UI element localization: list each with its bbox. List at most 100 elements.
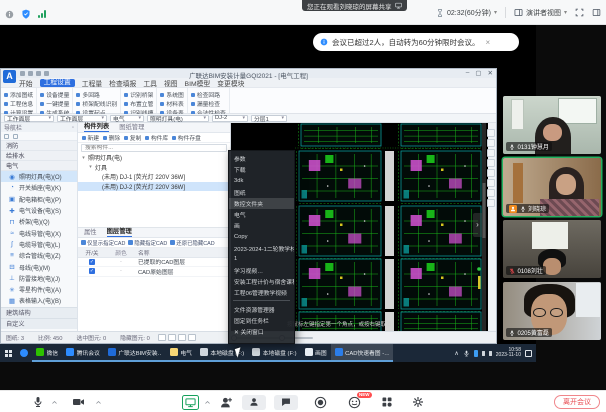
nav-section[interactable]: 自定义 <box>1 318 77 329</box>
component-tree-item[interactable]: ▾灯具 <box>78 163 230 173</box>
nav-item[interactable]: ◔开关插座(电)(K) <box>1 182 77 193</box>
jumplist-item[interactable]: 3dk <box>229 175 294 186</box>
fullscreen-icon[interactable] <box>575 8 584 17</box>
meeting-timer[interactable]: 02:32(60分钟) ▾ <box>436 8 497 18</box>
taskbar-app[interactable]: 腾讯会议 <box>62 344 104 362</box>
component-tool-button[interactable]: 构件库 <box>145 133 168 142</box>
maximize-icon[interactable]: ▢ <box>475 69 481 77</box>
participant-video[interactable]: 0205黄富磊 <box>503 282 601 340</box>
taskbar-clock[interactable]: 10:58 2023-11-10 <box>496 348 521 359</box>
checkbox-checked-icon[interactable]: ✓ <box>89 268 95 274</box>
record-button[interactable] <box>314 391 327 412</box>
ribbon-button[interactable]: 桥架配线识别 <box>76 99 117 108</box>
layer-filter-button[interactable]: 隐藏指定CAD <box>128 239 167 247</box>
jumplist-item[interactable]: 学习视频… <box>229 265 294 276</box>
jumplist-item[interactable]: 下载 <box>229 164 294 175</box>
component-search-input[interactable] <box>81 144 227 152</box>
participant-video[interactable]: 刘晓琼 <box>503 158 601 216</box>
network-signal-icon[interactable] <box>38 10 46 18</box>
taskbar-app[interactable]: 本地磁盘 (F:) <box>248 344 300 362</box>
cad-tab[interactable]: 工程量 <box>82 78 102 88</box>
cad-tab[interactable]: 变更模块 <box>217 78 244 88</box>
nav-item[interactable]: ⊟母线(电)(M) <box>1 261 77 272</box>
jumplist-action[interactable]: 文件资源管理器 <box>229 303 294 314</box>
layer-row[interactable]: ✓·CAD原始图层 <box>78 267 230 277</box>
participants-button[interactable] <box>242 391 266 412</box>
browser-icon[interactable] <box>16 344 32 362</box>
cad-tab[interactable]: BIM模型 <box>185 78 211 88</box>
cad-tab[interactable]: 工程设置 <box>40 79 75 87</box>
mic-options-chevron[interactable] <box>51 391 58 412</box>
taskbar-app[interactable]: 微信 <box>32 344 62 362</box>
participant-video[interactable]: 0108刘壮 <box>503 220 601 278</box>
nav-item[interactable]: ⊓桥架(电)(Q) <box>1 216 77 227</box>
cad-tab[interactable]: 检查填报 <box>109 78 136 88</box>
minimize-icon[interactable]: – <box>466 69 470 77</box>
jumplist-item[interactable]: 参数 <box>229 153 294 164</box>
network-icon[interactable] <box>489 351 492 356</box>
layer-filter-button[interactable]: 还原已隐藏CAD <box>170 239 214 247</box>
action-center-icon[interactable] <box>525 350 532 357</box>
ribbon-button[interactable]: 工程信息 <box>4 99 33 108</box>
jumplist-item[interactable]: Copy <box>229 231 294 242</box>
component-tool-button[interactable]: 构件存盘 <box>172 133 201 142</box>
banner-close-icon[interactable]: × <box>486 38 491 47</box>
close-icon[interactable]: ✕ <box>488 69 493 77</box>
cad-tab[interactable]: 开始 <box>19 78 33 88</box>
ribbon-button[interactable]: 检查回路 <box>191 90 226 99</box>
ribbon-button[interactable]: 多回路 <box>76 90 117 99</box>
cad-tab[interactable]: 工具 <box>143 78 157 88</box>
participant-video[interactable]: 0131钟慧月 <box>503 96 601 154</box>
jumplist-item[interactable]: 安装工程计价与宿舍课程设计2023 <box>229 276 294 287</box>
settings-button[interactable] <box>412 391 424 412</box>
nav-toolbar[interactable] <box>1 132 77 141</box>
security-shield-icon[interactable] <box>21 9 31 19</box>
nav-item[interactable]: ≡综合管线(电)(Z) <box>1 250 77 261</box>
camera-button[interactable] <box>72 391 85 412</box>
cad-app-logo[interactable]: A <box>3 70 16 83</box>
tray-mic-icon[interactable] <box>463 350 470 357</box>
start-button[interactable] <box>0 344 16 362</box>
jumplist-item[interactable]: 图纸 <box>229 187 294 198</box>
mic-button[interactable] <box>32 391 44 412</box>
nav-item[interactable]: ▣配电箱柜(电)(P) <box>1 194 77 205</box>
layer-tab[interactable]: 图层管理 <box>107 226 132 237</box>
nav-specialty[interactable]: 消防 <box>1 141 77 151</box>
sidebar-collapse-arrow[interactable]: › <box>473 213 482 237</box>
jumplist-item[interactable]: 工程06管理教学视频 <box>229 287 294 298</box>
camera-options-chevron[interactable] <box>95 391 102 412</box>
ribbon-button[interactable]: 漏量检查 <box>191 99 226 108</box>
cad-selector-dropdown[interactable]: 分层1▾ <box>251 115 287 122</box>
nav-item[interactable]: ⊥防雷接地(电)(J) <box>1 273 77 284</box>
cad-selector-dropdown[interactable]: 照明灯具(电)▾ <box>147 115 209 122</box>
cad-tab[interactable]: 视图 <box>164 78 178 88</box>
nav-item[interactable]: ∫电缆导管(电)(L) <box>1 239 77 250</box>
nav-item[interactable]: ≈电线导管(电)(X) <box>1 227 77 238</box>
status-toggle-icons[interactable] <box>158 334 196 341</box>
component-tab[interactable]: 构件列表 <box>84 121 109 132</box>
ribbon-button[interactable]: 材料表 <box>160 99 183 108</box>
ribbon-button[interactable]: 布置立管 <box>124 99 153 108</box>
invite-button[interactable] <box>220 391 233 412</box>
jumplist-item[interactable]: 电气 <box>229 209 294 220</box>
cad-selector-dropdown[interactable]: 工作面层▾ <box>4 115 54 122</box>
share-options-chevron[interactable] <box>204 391 211 412</box>
hidden-icons-chevron[interactable]: ∧ <box>454 350 458 357</box>
volume-icon[interactable] <box>482 351 485 356</box>
taskbar-app[interactable]: 电气 <box>166 344 196 362</box>
taskbar-app[interactable]: 画图 <box>301 344 331 362</box>
nav-specialty[interactable]: 电气 <box>1 161 77 171</box>
jumplist-item[interactable]: 画 <box>229 220 294 231</box>
ribbon-button[interactable]: 设备提量 <box>40 90 69 99</box>
cad-selector-dropdown[interactable]: DJ-2▾ <box>212 115 248 122</box>
side-panel-icon[interactable] <box>592 8 601 17</box>
component-tool-button[interactable]: 新建 <box>82 133 99 142</box>
ribbon-button[interactable]: 一键提量 <box>40 99 69 108</box>
jumplist-action[interactable]: ✕ 关闭窗口 <box>229 326 294 337</box>
taskbar-app[interactable]: 广联达BIM安装… <box>104 344 166 362</box>
nav-item[interactable]: ✳零星构件(电)(A) <box>1 284 77 295</box>
layer-tab[interactable]: 属性 <box>84 227 97 237</box>
taskbar-app[interactable]: CAD快速看图 -… <box>331 344 393 362</box>
jumplist-item[interactable]: 1 <box>229 254 294 265</box>
nav-pin-icon[interactable]: ▫ <box>72 125 74 131</box>
